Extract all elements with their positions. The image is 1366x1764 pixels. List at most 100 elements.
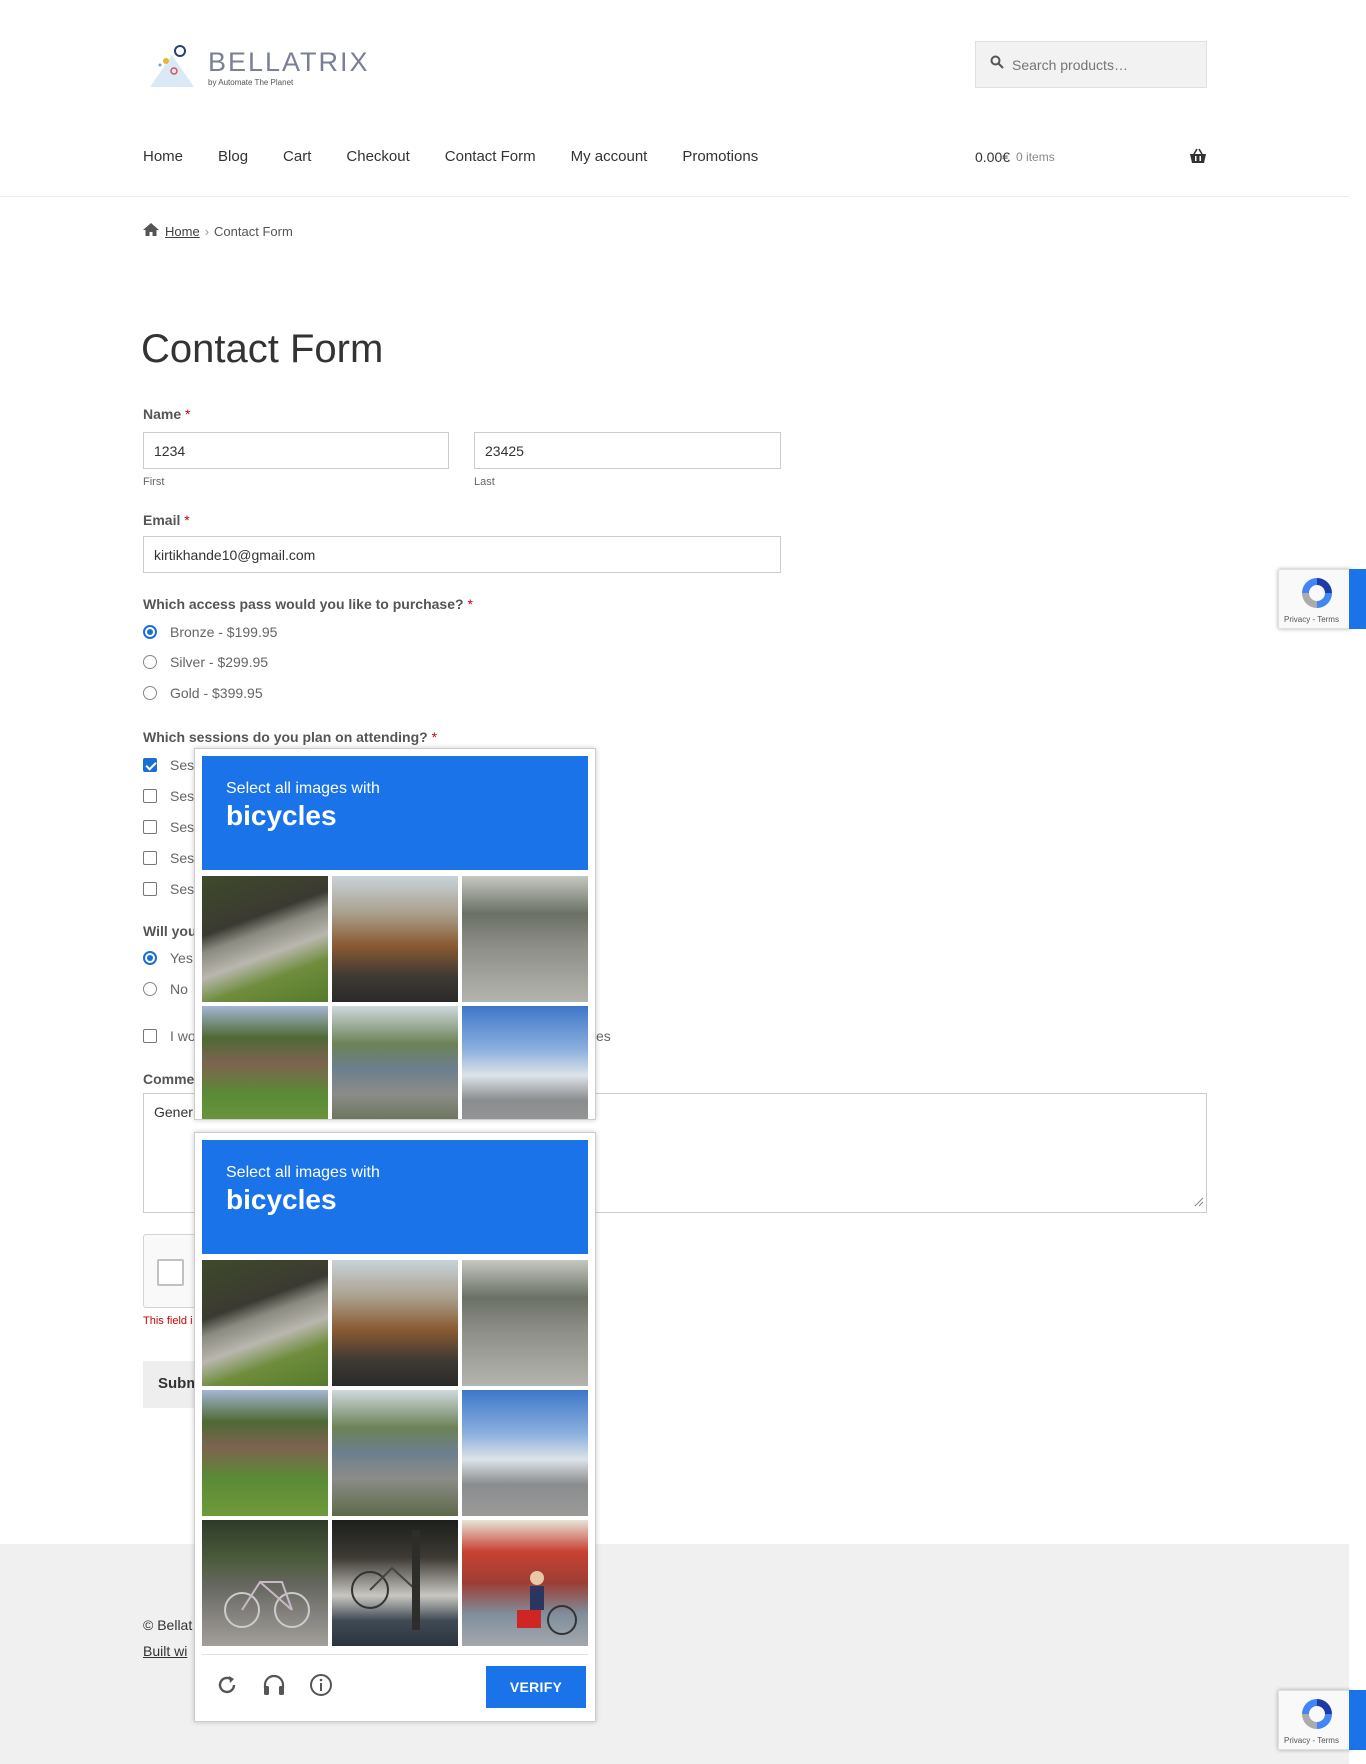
radio-button[interactable] bbox=[143, 982, 157, 996]
radio-button[interactable] bbox=[143, 686, 157, 700]
captcha-tile[interactable] bbox=[462, 1006, 588, 1119]
nav-item-home[interactable]: Home bbox=[143, 148, 183, 165]
session-option[interactable]: Ses bbox=[143, 850, 194, 866]
captcha-tile[interactable] bbox=[462, 876, 588, 1002]
page-title: Contact Form bbox=[141, 327, 384, 371]
breadcrumb-current: Contact Form bbox=[214, 223, 293, 239]
search-input[interactable] bbox=[1012, 56, 1192, 73]
captcha-challenge-popup: Select all images with bicycles bbox=[194, 748, 596, 1120]
captcha-footer: VERIFY bbox=[202, 1654, 588, 1714]
site-header: BELLATRIX by Automate The Planet Home Bl… bbox=[0, 0, 1349, 197]
captcha-tile[interactable] bbox=[332, 1260, 458, 1386]
breadcrumb: Home › Contact Form bbox=[143, 223, 293, 239]
basket-icon[interactable] bbox=[1189, 148, 1207, 169]
recaptcha-terms[interactable]: Privacy - Terms bbox=[1284, 1736, 1339, 1745]
nav-item-promotions[interactable]: Promotions bbox=[682, 148, 758, 165]
bicycle-icon bbox=[517, 1571, 577, 1635]
access-pass-label: Which access pass would you like to purc… bbox=[143, 596, 473, 612]
audio-challenge-icon[interactable] bbox=[259, 1670, 289, 1700]
cart-items-count: 0 items bbox=[1016, 150, 1055, 164]
radio-button[interactable] bbox=[143, 951, 157, 965]
email-field[interactable] bbox=[143, 536, 781, 573]
captcha-tile[interactable] bbox=[332, 876, 458, 1002]
checkbox[interactable] bbox=[143, 758, 157, 772]
captcha-image-grid bbox=[202, 876, 588, 1119]
recaptcha-terms[interactable]: Privacy - Terms bbox=[1284, 615, 1339, 624]
required-mark: * bbox=[184, 512, 190, 528]
reload-icon[interactable] bbox=[212, 1670, 242, 1700]
attendance-option-no[interactable]: No bbox=[143, 981, 188, 997]
footer-built-with-link[interactable]: Built wi bbox=[143, 1643, 187, 1659]
comments-label: Comme bbox=[143, 1071, 195, 1087]
error-message: This field i bbox=[143, 1315, 193, 1327]
nav-item-checkout[interactable]: Checkout bbox=[346, 148, 409, 165]
info-icon[interactable] bbox=[306, 1670, 336, 1700]
bicycle-icon bbox=[351, 1530, 420, 1630]
breadcrumb-home-link[interactable]: Home bbox=[165, 224, 200, 239]
recaptcha-logo-icon bbox=[1299, 575, 1335, 616]
recaptcha-badge[interactable]: Privacy - Terms bbox=[1278, 1690, 1352, 1750]
mini-cart[interactable]: 0.00€ 0 items bbox=[975, 148, 1207, 165]
session-option[interactable]: Ses bbox=[143, 788, 194, 804]
captcha-tile[interactable] bbox=[202, 876, 328, 1002]
attendance-option-yes[interactable]: Yes bbox=[143, 950, 193, 966]
captcha-tile[interactable] bbox=[462, 1520, 588, 1646]
resize-handle-icon[interactable] bbox=[1192, 1194, 1204, 1210]
nav-item-blog[interactable]: Blog bbox=[218, 148, 248, 165]
pass-option-bronze[interactable]: Bronze - $199.95 bbox=[143, 624, 277, 640]
verify-button[interactable]: VERIFY bbox=[486, 1666, 586, 1708]
captcha-instruction-header: Select all images with bicycles bbox=[202, 1140, 588, 1254]
captcha-instruction: Select all images with bbox=[226, 780, 380, 797]
captcha-tile[interactable] bbox=[332, 1520, 458, 1646]
captcha-challenge-popup: Select all images with bicycles VERIFY bbox=[194, 1132, 596, 1722]
nav-item-contact-form[interactable]: Contact Form bbox=[445, 148, 536, 165]
pass-option-silver[interactable]: Silver - $299.95 bbox=[143, 654, 268, 670]
product-search[interactable] bbox=[975, 41, 1207, 88]
checkbox[interactable] bbox=[143, 882, 157, 896]
primary-nav: Home Blog Cart Checkout Contact Form My … bbox=[143, 148, 793, 165]
recaptcha-badge[interactable]: Privacy - Terms bbox=[1278, 569, 1352, 629]
radio-button[interactable] bbox=[143, 625, 157, 639]
optin-checkbox-row[interactable]: I wo bbox=[143, 1028, 196, 1044]
nav-item-cart[interactable]: Cart bbox=[283, 148, 311, 165]
name-label: Name * bbox=[143, 406, 191, 422]
last-name-input[interactable] bbox=[474, 432, 781, 469]
sessions-label: Which sessions do you plan on attending?… bbox=[143, 729, 438, 745]
checkbox[interactable] bbox=[143, 789, 157, 803]
recaptcha-badge-tab[interactable] bbox=[1349, 569, 1366, 629]
home-icon bbox=[143, 223, 159, 239]
recaptcha-logo-icon bbox=[1299, 1696, 1335, 1737]
captcha-image-grid bbox=[202, 1260, 588, 1646]
nav-item-my-account[interactable]: My account bbox=[571, 148, 648, 165]
radio-button[interactable] bbox=[143, 655, 157, 669]
footer-copyright: © Bellat bbox=[143, 1617, 193, 1633]
session-option[interactable]: Ses bbox=[143, 881, 194, 897]
captcha-target: bicycles bbox=[226, 1184, 337, 1215]
captcha-tile[interactable] bbox=[202, 1390, 328, 1516]
captcha-tile[interactable] bbox=[332, 1006, 458, 1119]
captcha-tile[interactable] bbox=[462, 1260, 588, 1386]
first-name-input[interactable] bbox=[143, 432, 449, 469]
search-icon bbox=[990, 55, 1004, 74]
breadcrumb-separator-icon: › bbox=[204, 223, 210, 239]
session-option[interactable]: Ses bbox=[143, 757, 194, 773]
cart-amount: 0.00€ bbox=[975, 149, 1011, 165]
captcha-tile[interactable] bbox=[462, 1390, 588, 1516]
first-name-sublabel: First bbox=[143, 476, 165, 488]
captcha-tile[interactable] bbox=[332, 1390, 458, 1516]
captcha-tile[interactable] bbox=[202, 1006, 328, 1119]
pass-option-gold[interactable]: Gold - $399.95 bbox=[143, 685, 263, 701]
attendance-label: Will you bbox=[143, 923, 197, 939]
checkbox[interactable] bbox=[143, 1029, 157, 1043]
logo-mark-icon bbox=[144, 41, 200, 93]
captcha-tile[interactable] bbox=[202, 1520, 328, 1646]
checkbox[interactable] bbox=[143, 820, 157, 834]
recaptcha-checkbox[interactable] bbox=[157, 1259, 184, 1286]
site-logo[interactable]: BELLATRIX by Automate The Planet bbox=[144, 40, 372, 94]
session-option[interactable]: Ses bbox=[143, 819, 194, 835]
logo-tagline: by Automate The Planet bbox=[208, 77, 294, 87]
required-mark: * bbox=[185, 406, 191, 422]
checkbox[interactable] bbox=[143, 851, 157, 865]
recaptcha-badge-tab[interactable] bbox=[1349, 1690, 1366, 1750]
captcha-tile[interactable] bbox=[202, 1260, 328, 1386]
